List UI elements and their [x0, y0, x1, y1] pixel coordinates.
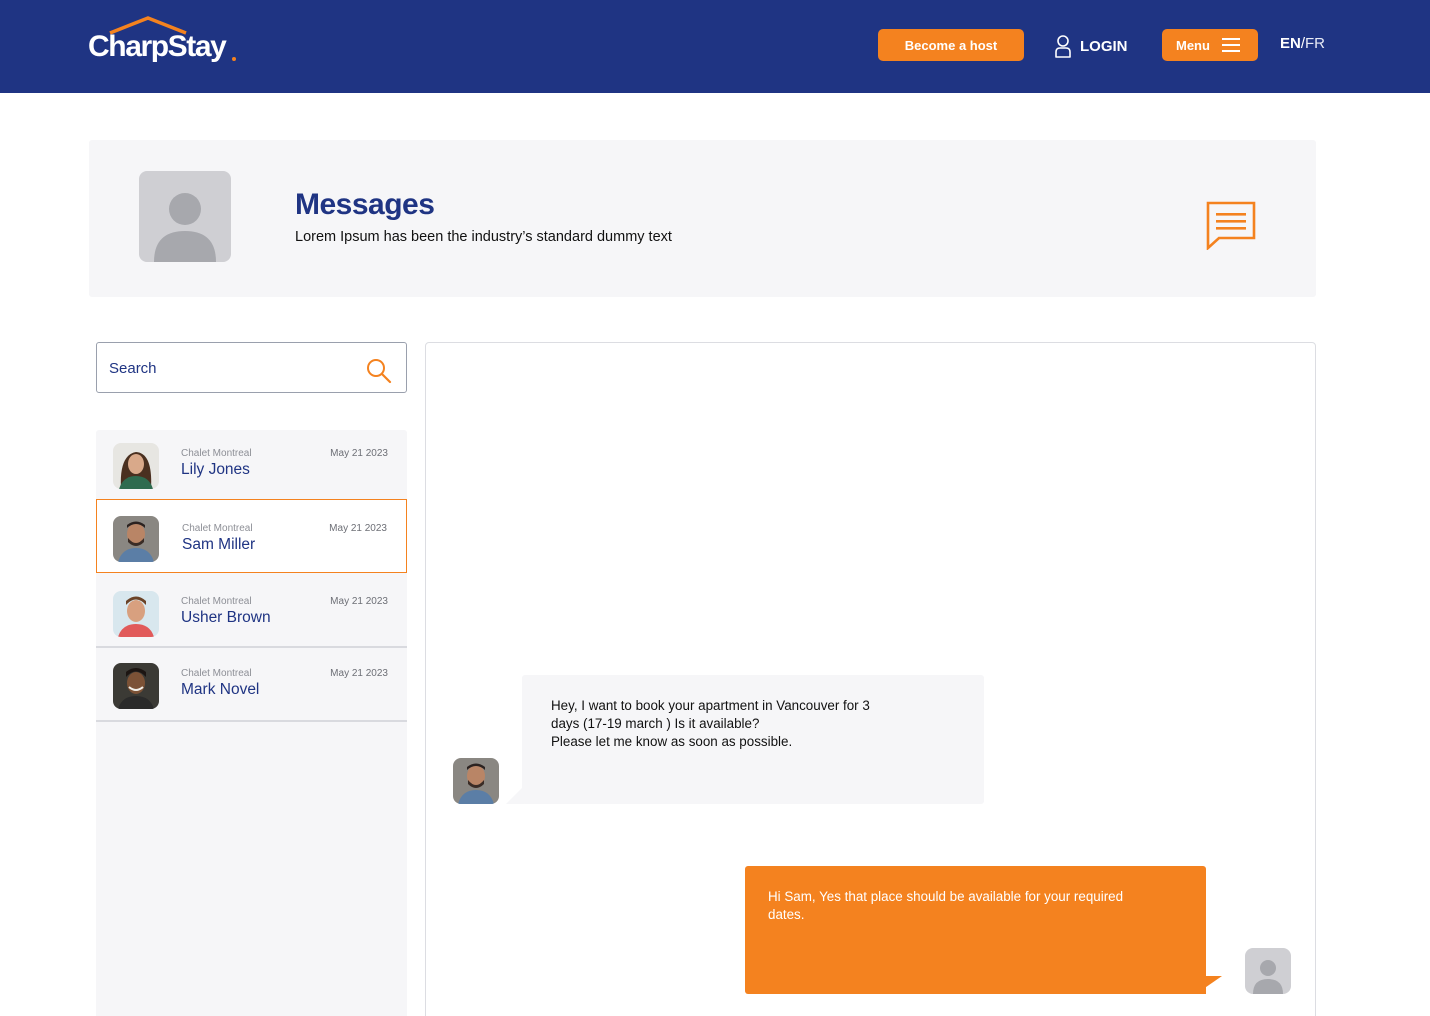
page-title: Messages [295, 188, 435, 221]
conversation-item[interactable]: Chalet Montreal Usher Brown May 21 2023 [96, 574, 407, 648]
conversation-name: Lily Jones [181, 461, 250, 478]
messages-banner: Messages Lorem Ipsum has been the indust… [89, 140, 1316, 297]
conversation-date: May 21 2023 [330, 596, 388, 607]
user-placeholder-icon [154, 193, 216, 262]
avatar [113, 663, 159, 709]
login-label: LOGIN [1080, 37, 1128, 55]
conversation-place: Chalet Montreal [181, 596, 252, 607]
outgoing-message-text: Hi Sam, Yes that place should be availab… [768, 889, 1124, 922]
conversation-item[interactable]: Chalet Montreal Lily Jones May 21 2023 [96, 430, 407, 504]
avatar [113, 516, 159, 562]
lang-fr[interactable]: FR [1305, 35, 1325, 52]
incoming-message-line: days (17-19 march ) Is it available? [551, 716, 760, 731]
logo-dot [232, 57, 236, 61]
hamburger-icon [1221, 38, 1240, 52]
conversation-place: Chalet Montreal [182, 523, 253, 534]
host-avatar [1245, 948, 1291, 994]
charpstay-logo[interactable]: CharpStay [88, 15, 238, 67]
conversation-name: Mark Novel [181, 681, 260, 698]
language-switcher: EN/FR [1280, 35, 1325, 52]
search-box [96, 342, 407, 393]
avatar [113, 443, 159, 489]
incoming-message-text: Hey, I want to book your apartment in Va… [551, 697, 931, 751]
profile-avatar [139, 171, 231, 262]
menu-label: Menu [1176, 37, 1210, 53]
sender-avatar [453, 758, 499, 804]
conversation-name: Sam Miller [182, 536, 256, 553]
top-navbar: CharpStay Become a host LOGIN Menu EN/FR [0, 0, 1430, 93]
conversation-date: May 21 2023 [330, 668, 388, 679]
become-host-button[interactable]: Become a host [878, 29, 1024, 61]
incoming-message-bubble: Hey, I want to book your apartment in Va… [522, 675, 984, 804]
incoming-message-line: Hey, I want to book your apartment in Va… [551, 698, 870, 713]
chat-bubble-icon [1206, 201, 1256, 250]
conversation-item[interactable]: Chalet Montreal Mark Novel May 21 2023 [96, 648, 407, 722]
menu-button[interactable]: Menu [1162, 29, 1258, 61]
user-placeholder-icon [1253, 960, 1283, 994]
login-button[interactable]: LOGIN [1054, 33, 1128, 59]
incoming-message-line: Please let me know as soon as possible. [551, 734, 793, 749]
lang-en[interactable]: EN [1280, 35, 1301, 52]
conversation-name: Usher Brown [181, 609, 271, 626]
conversation-list: Chalet Montreal Lily Jones May 21 2023 C… [96, 430, 407, 1016]
conversation-item-active[interactable]: Chalet Montreal Sam Miller May 21 2023 [96, 499, 407, 573]
user-icon [1055, 35, 1071, 58]
conversation-date: May 21 2023 [330, 448, 388, 459]
avatar [113, 591, 159, 637]
conversation-place: Chalet Montreal [181, 448, 252, 459]
outgoing-message-bubble: Hi Sam, Yes that place should be availab… [745, 866, 1206, 994]
search-input[interactable] [109, 356, 349, 380]
conversation-place: Chalet Montreal [181, 668, 252, 679]
outgoing-bubble-tail [1196, 976, 1222, 994]
conversation-date: May 21 2023 [329, 523, 387, 534]
page-subtitle: Lorem Ipsum has been the industry’s stan… [295, 229, 672, 245]
logo-text: CharpStay [88, 30, 227, 63]
search-icon[interactable] [365, 357, 393, 385]
